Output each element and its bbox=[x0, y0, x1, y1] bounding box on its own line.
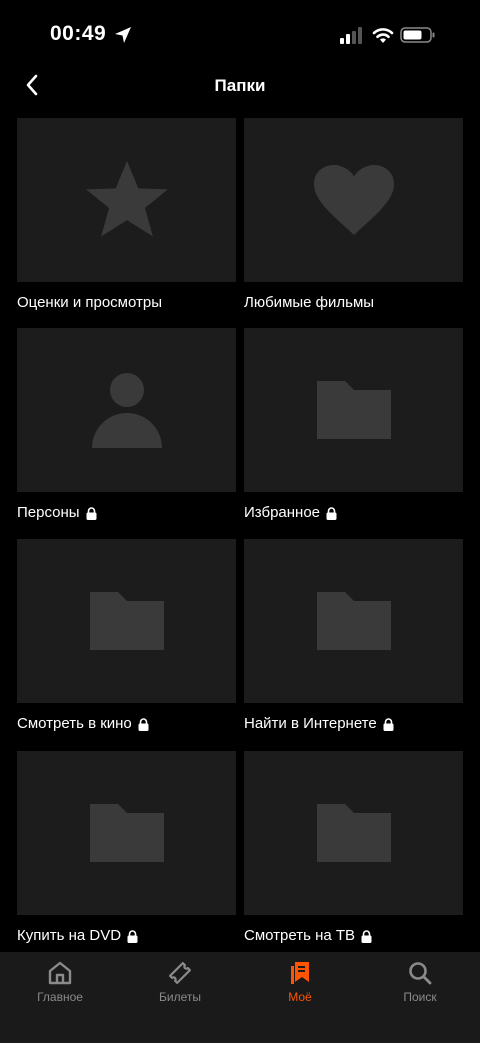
folder-favorite-films[interactable]: Любимые фильмы bbox=[244, 118, 463, 313]
folder-thumbnail bbox=[17, 118, 236, 282]
page-title: Папки bbox=[214, 76, 266, 95]
folder-label: Избранное bbox=[244, 503, 463, 523]
tab-my[interactable]: Моё bbox=[240, 960, 360, 1004]
wifi-icon bbox=[372, 28, 394, 43]
folder-thumbnail bbox=[17, 328, 236, 492]
folder-watch-in-cinema[interactable]: Смотреть в кино bbox=[17, 539, 236, 734]
tab-label: Поиск bbox=[403, 990, 437, 1004]
lock-icon bbox=[383, 717, 394, 731]
tab-tickets[interactable]: Билеты bbox=[120, 960, 240, 1004]
folder-thumbnail bbox=[244, 751, 463, 915]
tab-label: Главное bbox=[37, 990, 83, 1004]
lock-icon bbox=[127, 929, 138, 943]
navigation-bar: Папки bbox=[0, 66, 480, 106]
bookmarks-icon bbox=[291, 962, 309, 984]
folder-persons[interactable]: Персоны bbox=[17, 328, 236, 523]
search-icon bbox=[409, 962, 432, 985]
heart-icon bbox=[313, 165, 394, 235]
folder-label: Купить на DVD bbox=[17, 926, 236, 946]
ticket-icon bbox=[169, 962, 191, 984]
tab-search[interactable]: Поиск bbox=[360, 960, 480, 1004]
lock-icon bbox=[86, 506, 97, 520]
folder-icon bbox=[89, 804, 164, 862]
folder-label: Смотреть в кино bbox=[17, 714, 236, 734]
folder-buy-dvd[interactable]: Купить на DVD bbox=[17, 751, 236, 946]
tab-home[interactable]: Главное bbox=[0, 960, 120, 1004]
folder-icon bbox=[89, 592, 164, 650]
tab-label: Билеты bbox=[159, 990, 201, 1004]
folder-icon bbox=[316, 592, 391, 650]
lock-icon bbox=[326, 506, 337, 520]
folder-thumbnail bbox=[17, 539, 236, 703]
folder-label: Любимые фильмы bbox=[244, 294, 375, 311]
location-arrow-icon bbox=[115, 27, 131, 43]
folder-watch-on-tv[interactable]: Смотреть на ТВ bbox=[244, 751, 463, 946]
battery-icon bbox=[400, 27, 435, 43]
lock-icon bbox=[138, 717, 149, 731]
star-icon bbox=[85, 160, 168, 237]
person-icon bbox=[91, 373, 162, 448]
folder-label: Персоны bbox=[17, 503, 236, 523]
folder-icon bbox=[316, 804, 391, 862]
folder-label: Найти в Интернете bbox=[244, 714, 463, 734]
home-icon bbox=[48, 961, 72, 985]
tab-bar: Главное Билеты Моё Поиск bbox=[0, 952, 480, 1043]
folder-thumbnail bbox=[17, 751, 236, 915]
folder-find-online[interactable]: Найти в Интернете bbox=[244, 539, 463, 734]
folder-thumbnail bbox=[244, 118, 463, 282]
folder-thumbnail bbox=[244, 539, 463, 703]
cellular-signal-icon bbox=[340, 27, 362, 44]
folder-label: Оценки и просмотры bbox=[17, 294, 162, 311]
status-time: 00:49 bbox=[50, 22, 107, 45]
folder-ratings-views[interactable]: Оценки и просмотры bbox=[17, 118, 236, 313]
tab-label: Моё bbox=[288, 990, 312, 1004]
folder-thumbnail bbox=[244, 328, 463, 492]
folder-label: Смотреть на ТВ bbox=[244, 926, 463, 946]
status-bar: 00:49 bbox=[0, 0, 480, 70]
lock-icon bbox=[361, 929, 372, 943]
folder-icon bbox=[316, 381, 391, 439]
folder-favorites[interactable]: Избранное bbox=[244, 328, 463, 523]
